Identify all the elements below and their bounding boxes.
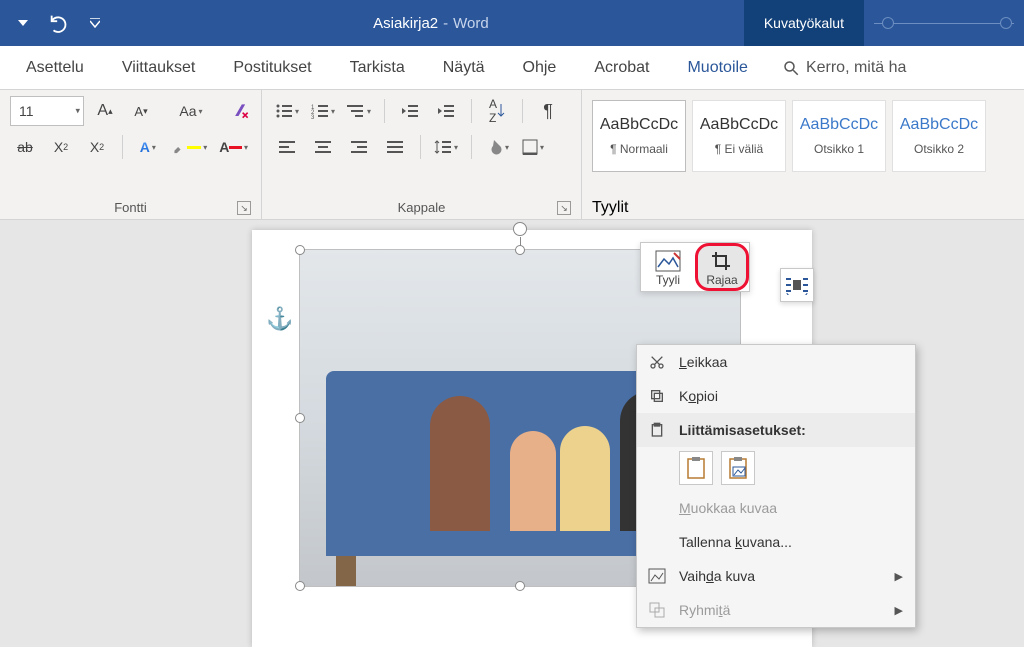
grow-font-button[interactable]: A▴	[90, 96, 120, 126]
mini-crop-button[interactable]: Rajaa	[695, 243, 749, 291]
ribbon-tabs: Asettelu Viittaukset Postitukset Tarkist…	[0, 46, 1024, 90]
ribbon: 11▾ A▴ A▾ Aa▾ ab X2 X2 A▾	[0, 90, 1024, 220]
image-mini-toolbar: Tyyli Rajaa	[640, 242, 750, 292]
tab-nayta[interactable]: Näytä	[439, 53, 489, 83]
tab-tarkista[interactable]: Tarkista	[346, 53, 409, 83]
paste-picture[interactable]	[721, 451, 755, 485]
multilevel-list-button[interactable]: ▾	[344, 96, 374, 126]
paste-keep-source[interactable]	[679, 451, 713, 485]
change-image-icon	[647, 566, 667, 586]
shading-button[interactable]: ▾	[482, 132, 512, 162]
ctx-cut[interactable]: Leikkaa	[637, 345, 915, 379]
borders-button[interactable]: ▾	[518, 132, 548, 162]
svg-text:3: 3	[311, 115, 315, 119]
tab-muotoile[interactable]: Muotoile	[683, 53, 751, 83]
group-icon	[647, 600, 667, 620]
picture-style-icon	[654, 249, 682, 273]
change-case-button[interactable]: Aa▾	[176, 96, 206, 126]
cut-icon	[647, 352, 667, 372]
line-spacing-button[interactable]: ▾	[431, 132, 461, 162]
decrease-indent-button[interactable]	[395, 96, 425, 126]
sort-button[interactable]: AZ	[482, 96, 512, 126]
ctx-group: Ryhmitä ▶	[637, 593, 915, 627]
submenu-arrow-icon: ▶	[895, 570, 903, 583]
context-menu: Leikkaa Kopioi Liittämisasetukset: Muokk…	[636, 344, 916, 628]
highlight-button[interactable]: ▾	[169, 132, 210, 162]
app-name: Word	[453, 15, 489, 32]
submenu-arrow-icon: ▶	[895, 604, 903, 617]
title-bar-right	[864, 0, 1024, 46]
style-otsikko-2[interactable]: AaBbCcDc Otsikko 2	[892, 100, 986, 172]
contextual-tab-label: Kuvatyökalut	[744, 0, 864, 46]
ribbon-group-styles: AaBbCcDc ¶ Normaali AaBbCcDc ¶ Ei väliä …	[582, 90, 1024, 219]
resize-handle-n[interactable]	[515, 245, 525, 255]
ctx-copy[interactable]: Kopioi	[637, 379, 915, 413]
qat-dropdown-icon[interactable]	[8, 8, 38, 38]
style-ei-valia[interactable]: AaBbCcDc ¶ Ei väliä	[692, 100, 786, 172]
ctx-paste-options	[637, 447, 915, 491]
tab-ohje[interactable]: Ohje	[519, 53, 561, 83]
superscript-button[interactable]: X2	[82, 132, 112, 162]
style-normaali[interactable]: AaBbCcDc ¶ Normaali	[592, 100, 686, 172]
tell-me-search[interactable]: Kerro, mitä ha	[782, 59, 906, 77]
font-dialog-launcher[interactable]: ↘	[237, 201, 251, 215]
ctx-change-image[interactable]: Vaihda kuva ▶	[637, 559, 915, 593]
clear-formatting-button[interactable]	[226, 96, 256, 126]
quick-access-toolbar	[0, 0, 118, 46]
crop-icon	[708, 249, 736, 273]
font-size-combo[interactable]: 11▾	[10, 96, 84, 126]
bullets-button[interactable]: ▾	[272, 96, 302, 126]
resize-handle-sw[interactable]	[295, 581, 305, 591]
ribbon-group-paragraph: ▾ 123▾ ▾ AZ ¶ ▾ ▾ ▾	[262, 90, 582, 219]
increase-indent-button[interactable]	[431, 96, 461, 126]
ctx-edit-image: Muokkaa kuvaa	[637, 491, 915, 525]
resize-handle-nw[interactable]	[295, 245, 305, 255]
subscript-button[interactable]: X2	[46, 132, 76, 162]
tab-postitukset[interactable]: Postitukset	[229, 53, 315, 83]
window-title: Asiakirja2 - Word	[118, 0, 744, 46]
copy-icon	[647, 386, 667, 406]
resize-handle-w[interactable]	[295, 413, 305, 423]
tab-asettelu[interactable]: Asettelu	[22, 53, 88, 83]
qat-customize-icon[interactable]	[80, 8, 110, 38]
ribbon-group-font: 11▾ A▴ A▾ Aa▾ ab X2 X2 A▾	[0, 90, 262, 219]
rotate-handle[interactable]	[513, 222, 527, 236]
document-area: ⚓ Tyyli	[0, 220, 1024, 647]
mini-style-button[interactable]: Tyyli	[641, 243, 695, 291]
search-icon	[782, 59, 800, 77]
paste-icon	[647, 420, 667, 440]
font-color-button[interactable]: A ▾	[216, 132, 251, 162]
show-marks-button[interactable]: ¶	[533, 96, 563, 126]
tab-acrobat[interactable]: Acrobat	[590, 53, 653, 83]
strikethrough-button[interactable]: ab	[10, 132, 40, 162]
clipboard-picture-icon	[727, 456, 749, 480]
justify-button[interactable]	[380, 132, 410, 162]
anchor-icon: ⚓	[266, 306, 293, 332]
undo-button[interactable]	[44, 8, 74, 38]
title-separator: -	[443, 15, 448, 32]
align-center-button[interactable]	[308, 132, 338, 162]
text-effects-button[interactable]: A▾	[133, 132, 163, 162]
align-left-button[interactable]	[272, 132, 302, 162]
style-otsikko-1[interactable]: AaBbCcDc Otsikko 1	[792, 100, 886, 172]
document-name: Asiakirja2	[373, 15, 438, 32]
clipboard-icon	[685, 456, 707, 480]
layout-options-icon	[785, 275, 809, 295]
resize-handle-s[interactable]	[515, 581, 525, 591]
numbering-button[interactable]: 123▾	[308, 96, 338, 126]
shrink-font-button[interactable]: A▾	[126, 96, 156, 126]
align-right-button[interactable]	[344, 132, 374, 162]
layout-options-button[interactable]	[780, 268, 814, 302]
title-bar: Asiakirja2 - Word Kuvatyökalut	[0, 0, 1024, 46]
tab-viittaukset[interactable]: Viittaukset	[118, 53, 200, 83]
ctx-paste-header: Liittämisasetukset:	[637, 413, 915, 447]
ctx-save-as-image[interactable]: Tallenna kuvana...	[637, 525, 915, 559]
paragraph-dialog-launcher[interactable]: ↘	[557, 201, 571, 215]
